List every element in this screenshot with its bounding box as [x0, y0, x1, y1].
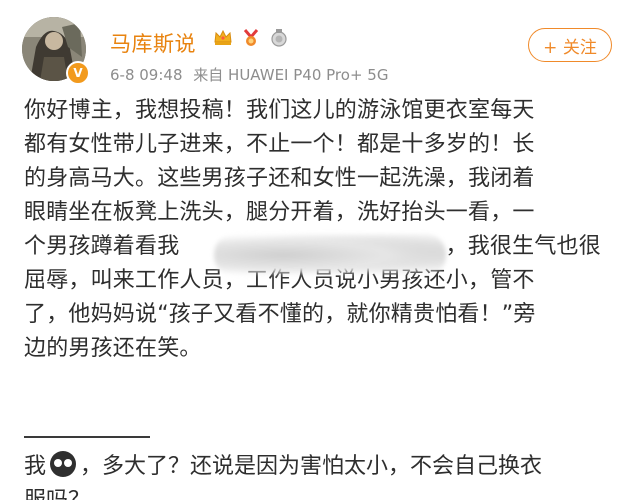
divider	[24, 436, 150, 438]
crown-badge-icon[interactable]	[212, 27, 234, 49]
post-meta: 6-8 09:48 来自 HUAWEI P40 Pro+ 5G	[110, 64, 394, 85]
user-badges	[212, 27, 290, 49]
post-line: 了，他妈妈说“孩子又看不懂的，就你精贵怕看！”旁	[24, 302, 536, 327]
cool-face-icon	[50, 451, 77, 477]
reply-body: ，多大了？还说是因为害怕太小，不会自己换衣	[80, 454, 543, 479]
censor-blur-overlay	[214, 234, 446, 276]
verified-badge-label: V	[73, 66, 83, 80]
reply-prefix: 我	[24, 454, 47, 479]
post-time: 6-8 09:48	[110, 66, 183, 84]
follow-button[interactable]: + 关注	[528, 28, 612, 62]
post-line: 眼睛坐在板凳上洗头，腿分开着，洗好抬头一看，一	[24, 200, 535, 225]
post-line: 你好博主，我想投稿！我们这儿的游泳馆更衣室每天	[24, 98, 535, 123]
weibo-post-card: V 马库斯说 6-8 09:48 来自 HUAWEI P40 Pro+ 5G +…	[0, 0, 640, 500]
post-body: 你好博主，我想投稿！我们这儿的游泳馆更衣室每天 都有女性带儿子进来，不止一个！都…	[24, 94, 624, 366]
post-line: 边的男孩还在笑。	[24, 336, 202, 361]
medal-badge-icon[interactable]	[240, 27, 262, 49]
post-source: 来自 HUAWEI P40 Pro+ 5G	[193, 66, 389, 84]
post-line: 都有女性带儿子进来，不止一个！都是十多岁的！长	[24, 132, 535, 157]
reply-text: 我 ，多大了？还说是因为害怕太小，不会自己换衣	[24, 450, 542, 484]
verified-badge-icon: V	[66, 61, 90, 85]
avatar-container[interactable]: V	[22, 17, 90, 85]
ribbon-badge-icon[interactable]	[268, 27, 290, 49]
username[interactable]: 马库斯说	[110, 28, 196, 58]
post-line: 的身高马大。这些男孩子还和女性一起洗澡，我闭着	[24, 166, 535, 191]
reply-text-line-2: 服吗？	[24, 484, 90, 500]
